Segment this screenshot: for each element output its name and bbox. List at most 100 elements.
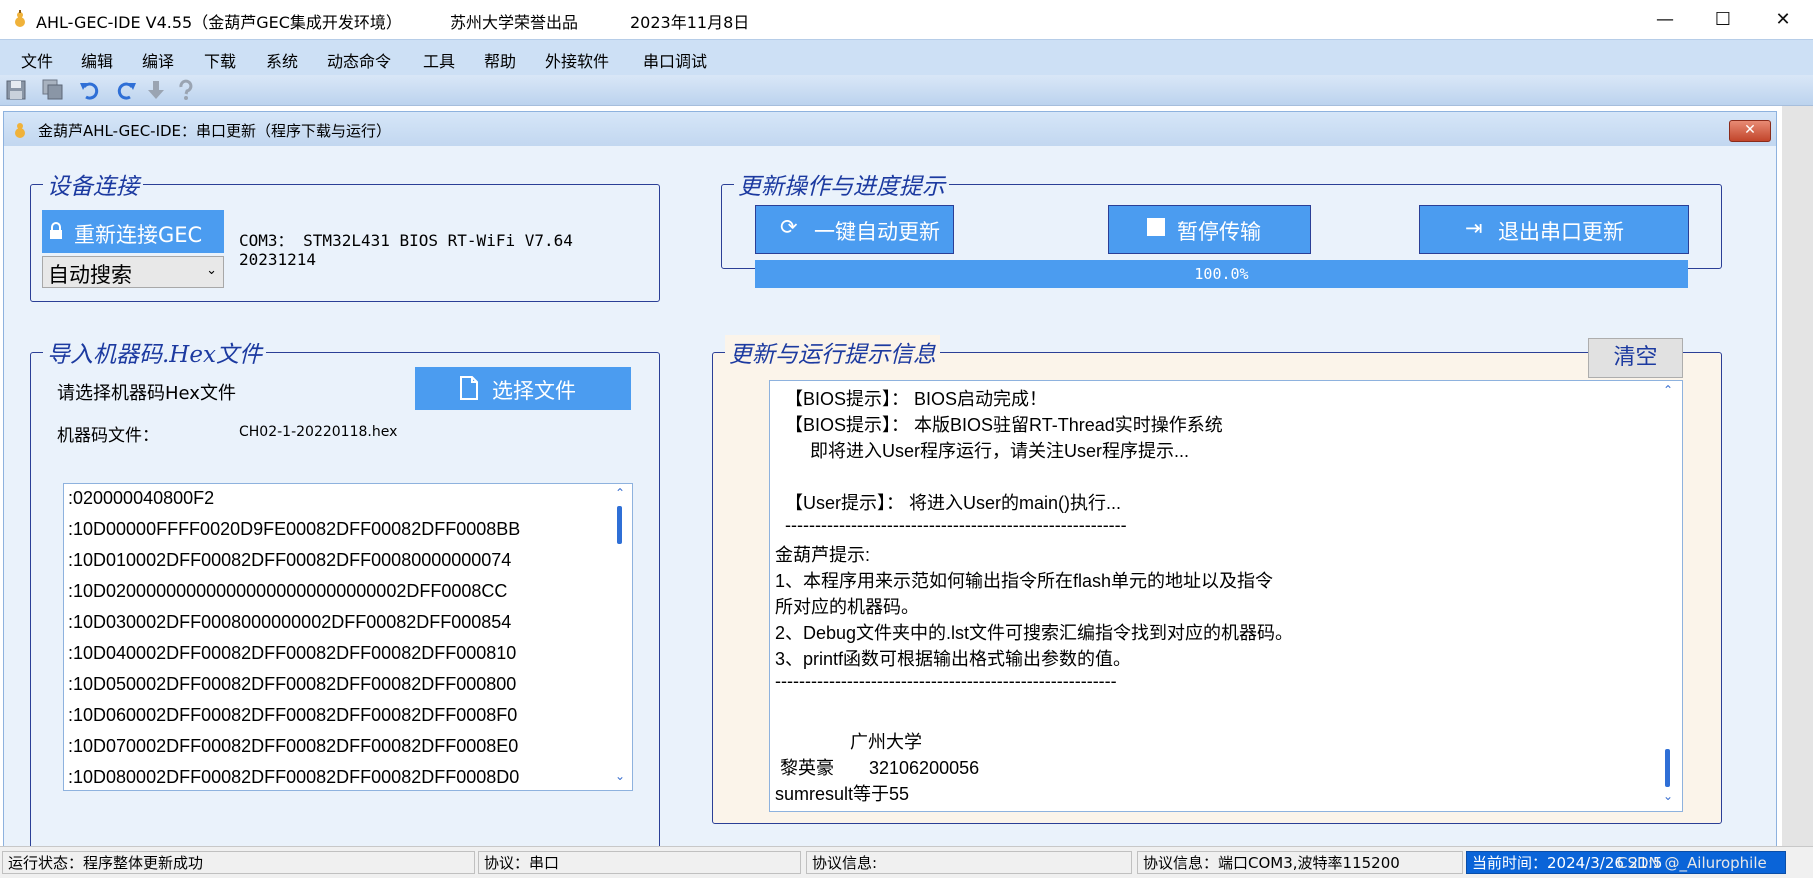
hex-line: :020000040800F2 xyxy=(68,488,215,508)
exit-icon: ⇥ xyxy=(1465,216,1483,240)
stop-icon xyxy=(1147,218,1165,236)
menu-compile[interactable]: 编译 xyxy=(142,48,174,72)
select-file-button[interactable]: 选择文件 xyxy=(415,367,631,410)
scroll-down-icon[interactable]: ⌄ xyxy=(615,769,625,783)
serial-update-dialog: 金葫芦AHL-GEC-IDE：串口更新（程序下载与运行） ✕ 设备连接 重新连接… xyxy=(3,111,1777,854)
log-line: 广州大学 xyxy=(775,732,923,752)
hex-line: :10D070002DFF00082DFF00082DFF00082DFF000… xyxy=(68,736,519,756)
log-line: sumresult等于55 xyxy=(775,784,910,804)
run-info-log[interactable]: 【BIOS提示】： BIOS启动完成！ 【BIOS提示】： 本版BIOS驻留RT… xyxy=(769,380,1683,812)
log-line: 即将进入User程序运行，请关注User程序提示... xyxy=(775,441,1190,461)
menu-system[interactable]: 系统 xyxy=(266,48,298,72)
log-line: 金葫芦提示: xyxy=(775,545,871,565)
reconnect-gec-button[interactable]: 重新连接GEC xyxy=(42,210,224,253)
log-line: 【BIOS提示】： 本版BIOS驻留RT-Thread实时操作系统 xyxy=(775,415,1223,435)
minimize-button[interactable]: — xyxy=(1645,6,1685,34)
update-operation-legend: 更新操作与进度提示 xyxy=(734,167,949,201)
file-icon xyxy=(460,376,478,400)
dialog-title-bar: 金葫芦AHL-GEC-IDE：串口更新（程序下载与运行） ✕ xyxy=(4,112,1776,146)
undo-icon[interactable] xyxy=(78,79,100,101)
scroll-up-icon[interactable]: ⌃ xyxy=(615,486,625,500)
refresh-icon: ⟳ xyxy=(780,215,798,239)
chevron-down-icon: ⌄ xyxy=(206,263,217,278)
menu-file[interactable]: 文件 xyxy=(21,48,53,72)
pause-transfer-button[interactable]: 暂停传输 xyxy=(1108,205,1311,254)
log-scroll-thumb[interactable] xyxy=(1665,749,1670,787)
menu-serial-debug[interactable]: 串口调试 xyxy=(643,48,707,72)
window-date: 2023年11月8日 xyxy=(630,13,750,32)
menu-external-software[interactable]: 外接软件 xyxy=(545,48,609,72)
log-line: 黎英豪 32106200056 xyxy=(775,758,980,778)
device-info: COM3： STM32L431 BIOS RT-WiFi V7.64 20231… xyxy=(239,231,573,269)
hex-import-legend: 导入机器码.Hex文件 xyxy=(43,335,266,369)
status-bar: 运行状态：程序整体更新成功 协议：串口 协议信息: 协议信息：端口COM3,波特… xyxy=(0,846,1813,878)
save-icon[interactable] xyxy=(5,79,27,101)
update-operation-group: 更新操作与进度提示 ⟳ 一键自动更新 暂停传输 ⇥ 退出串口更新 100.0% xyxy=(721,167,1722,288)
hex-line: :10D030002DFF0008000000002DFF00082DFF000… xyxy=(68,612,512,632)
log-line: ----------------------------------------… xyxy=(775,671,1117,691)
hex-line: :10D050002DFF00082DFF00082DFF00082DFF000… xyxy=(68,674,517,694)
clear-button[interactable]: 清空 xyxy=(1588,338,1683,378)
run-info-group: 更新与运行提示信息 清空 【BIOS提示】： BIOS启动完成！ 【BIOS提示… xyxy=(712,335,1722,824)
close-window-button[interactable]: ✕ xyxy=(1763,6,1803,34)
gourd-dialog-icon xyxy=(15,123,25,138)
status-port-info: 协议信息：端口COM3,波特率115200 xyxy=(1137,851,1463,874)
log-line: 2、Debug文件夹中的.lst文件可搜索汇编指令找到对应的机器码。 xyxy=(775,623,1294,643)
pause-transfer-label: 暂停传输 xyxy=(1177,220,1261,244)
search-mode-select[interactable]: 自动搜索 ⌄ xyxy=(42,256,224,288)
device-info-line2: 20231214 xyxy=(239,250,317,269)
scroll-up-icon[interactable]: ⌃ xyxy=(1663,383,1673,397)
right-scroll-strip xyxy=(1782,106,1813,846)
log-line: 【BIOS提示】： BIOS启动完成！ xyxy=(775,389,1048,409)
status-protocol-info: 协议信息: xyxy=(806,851,1132,874)
dialog-title: 金葫芦AHL-GEC-IDE：串口更新（程序下载与运行） xyxy=(38,122,392,140)
hex-scroll-thumb[interactable] xyxy=(617,506,622,544)
hex-line: :10D020000000000000000000000000002DFF000… xyxy=(68,581,508,601)
download-icon[interactable] xyxy=(145,79,167,101)
progress-bar: 100.0% xyxy=(755,260,1688,288)
save-all-icon[interactable] xyxy=(42,79,64,101)
status-run-state: 运行状态：程序整体更新成功 xyxy=(2,851,475,874)
progress-text: 100.0% xyxy=(1194,265,1249,283)
maximize-button[interactable]: ☐ xyxy=(1703,6,1743,34)
menu-help[interactable]: 帮助 xyxy=(484,48,516,72)
hex-file-label: 机器码文件： xyxy=(57,426,159,446)
log-line: 3、printf函数可根据输出格式输出参数的值。 xyxy=(775,649,1132,669)
auto-update-button[interactable]: ⟳ 一键自动更新 xyxy=(755,205,954,254)
exit-serial-update-label: 退出串口更新 xyxy=(1498,220,1624,244)
dialog-close-button[interactable]: ✕ xyxy=(1729,120,1771,142)
run-info-legend: 更新与运行提示信息 xyxy=(725,335,940,369)
device-connection-group: 设备连接 重新连接GEC 自动搜索 ⌄ COM3： STM32L431 BIOS… xyxy=(30,167,660,302)
hex-select-prompt: 请选择机器码Hex文件 xyxy=(57,383,236,404)
redo-icon[interactable] xyxy=(116,79,138,101)
log-line: 所对应的机器码。 xyxy=(775,597,919,617)
menu-download[interactable]: 下载 xyxy=(204,48,236,72)
menu-tools[interactable]: 工具 xyxy=(423,48,455,72)
device-connection-legend: 设备连接 xyxy=(43,167,143,201)
menu-bar: 文件 编辑 编译 下载 系统 动态命令 工具 帮助 外接软件 串口调试 xyxy=(0,39,1813,75)
toolbar xyxy=(0,75,1813,106)
hex-import-group: 导入机器码.Hex文件 请选择机器码Hex文件 选择文件 机器码文件： CH02… xyxy=(30,335,660,854)
status-protocol: 协议：串口 xyxy=(478,851,801,874)
hex-line: :10D080002DFF00082DFF00082DFF00082DFF000… xyxy=(68,767,520,787)
select-file-label: 选择文件 xyxy=(492,379,576,403)
exit-serial-update-button[interactable]: ⇥ 退出串口更新 xyxy=(1419,205,1689,254)
window-title-bar: AHL-GEC-IDE V4.55（金葫芦GEC集成开发环境） 苏州大学荣誉出品… xyxy=(0,0,1813,39)
help-icon[interactable] xyxy=(175,79,197,101)
hex-line: :10D010002DFF00082DFF00082DFF00080000000… xyxy=(68,550,512,570)
device-info-line1: COM3： STM32L431 BIOS RT-WiFi V7.64 xyxy=(239,231,573,250)
lock-icon xyxy=(50,222,62,239)
menu-dynamic-command[interactable]: 动态命令 xyxy=(327,48,391,72)
log-line: ----------------------------------------… xyxy=(775,515,1127,535)
window-title: AHL-GEC-IDE V4.55（金葫芦GEC集成开发环境） xyxy=(36,13,402,32)
auto-update-label: 一键自动更新 xyxy=(814,220,940,244)
log-line: 1、本程序用来示范如何输出指令所在flash单元的地址以及指令 xyxy=(775,571,1274,591)
hex-line: :10D00000FFFF0020D9FE00082DFF00082DFF000… xyxy=(68,519,521,539)
window-publisher: 苏州大学荣誉出品 xyxy=(450,13,579,32)
scroll-down-icon[interactable]: ⌄ xyxy=(1663,789,1673,803)
hex-line: :10D060002DFF00082DFF00082DFF00082DFF000… xyxy=(68,705,518,725)
hex-content-list[interactable]: :020000040800F2 :10D00000FFFF0020D9FE000… xyxy=(63,483,633,791)
csdn-watermark: CSDN @_Ailurophile xyxy=(1617,854,1767,872)
menu-edit[interactable]: 编辑 xyxy=(81,48,113,72)
hex-file-name: CH02-1-20220118.hex xyxy=(239,424,398,440)
